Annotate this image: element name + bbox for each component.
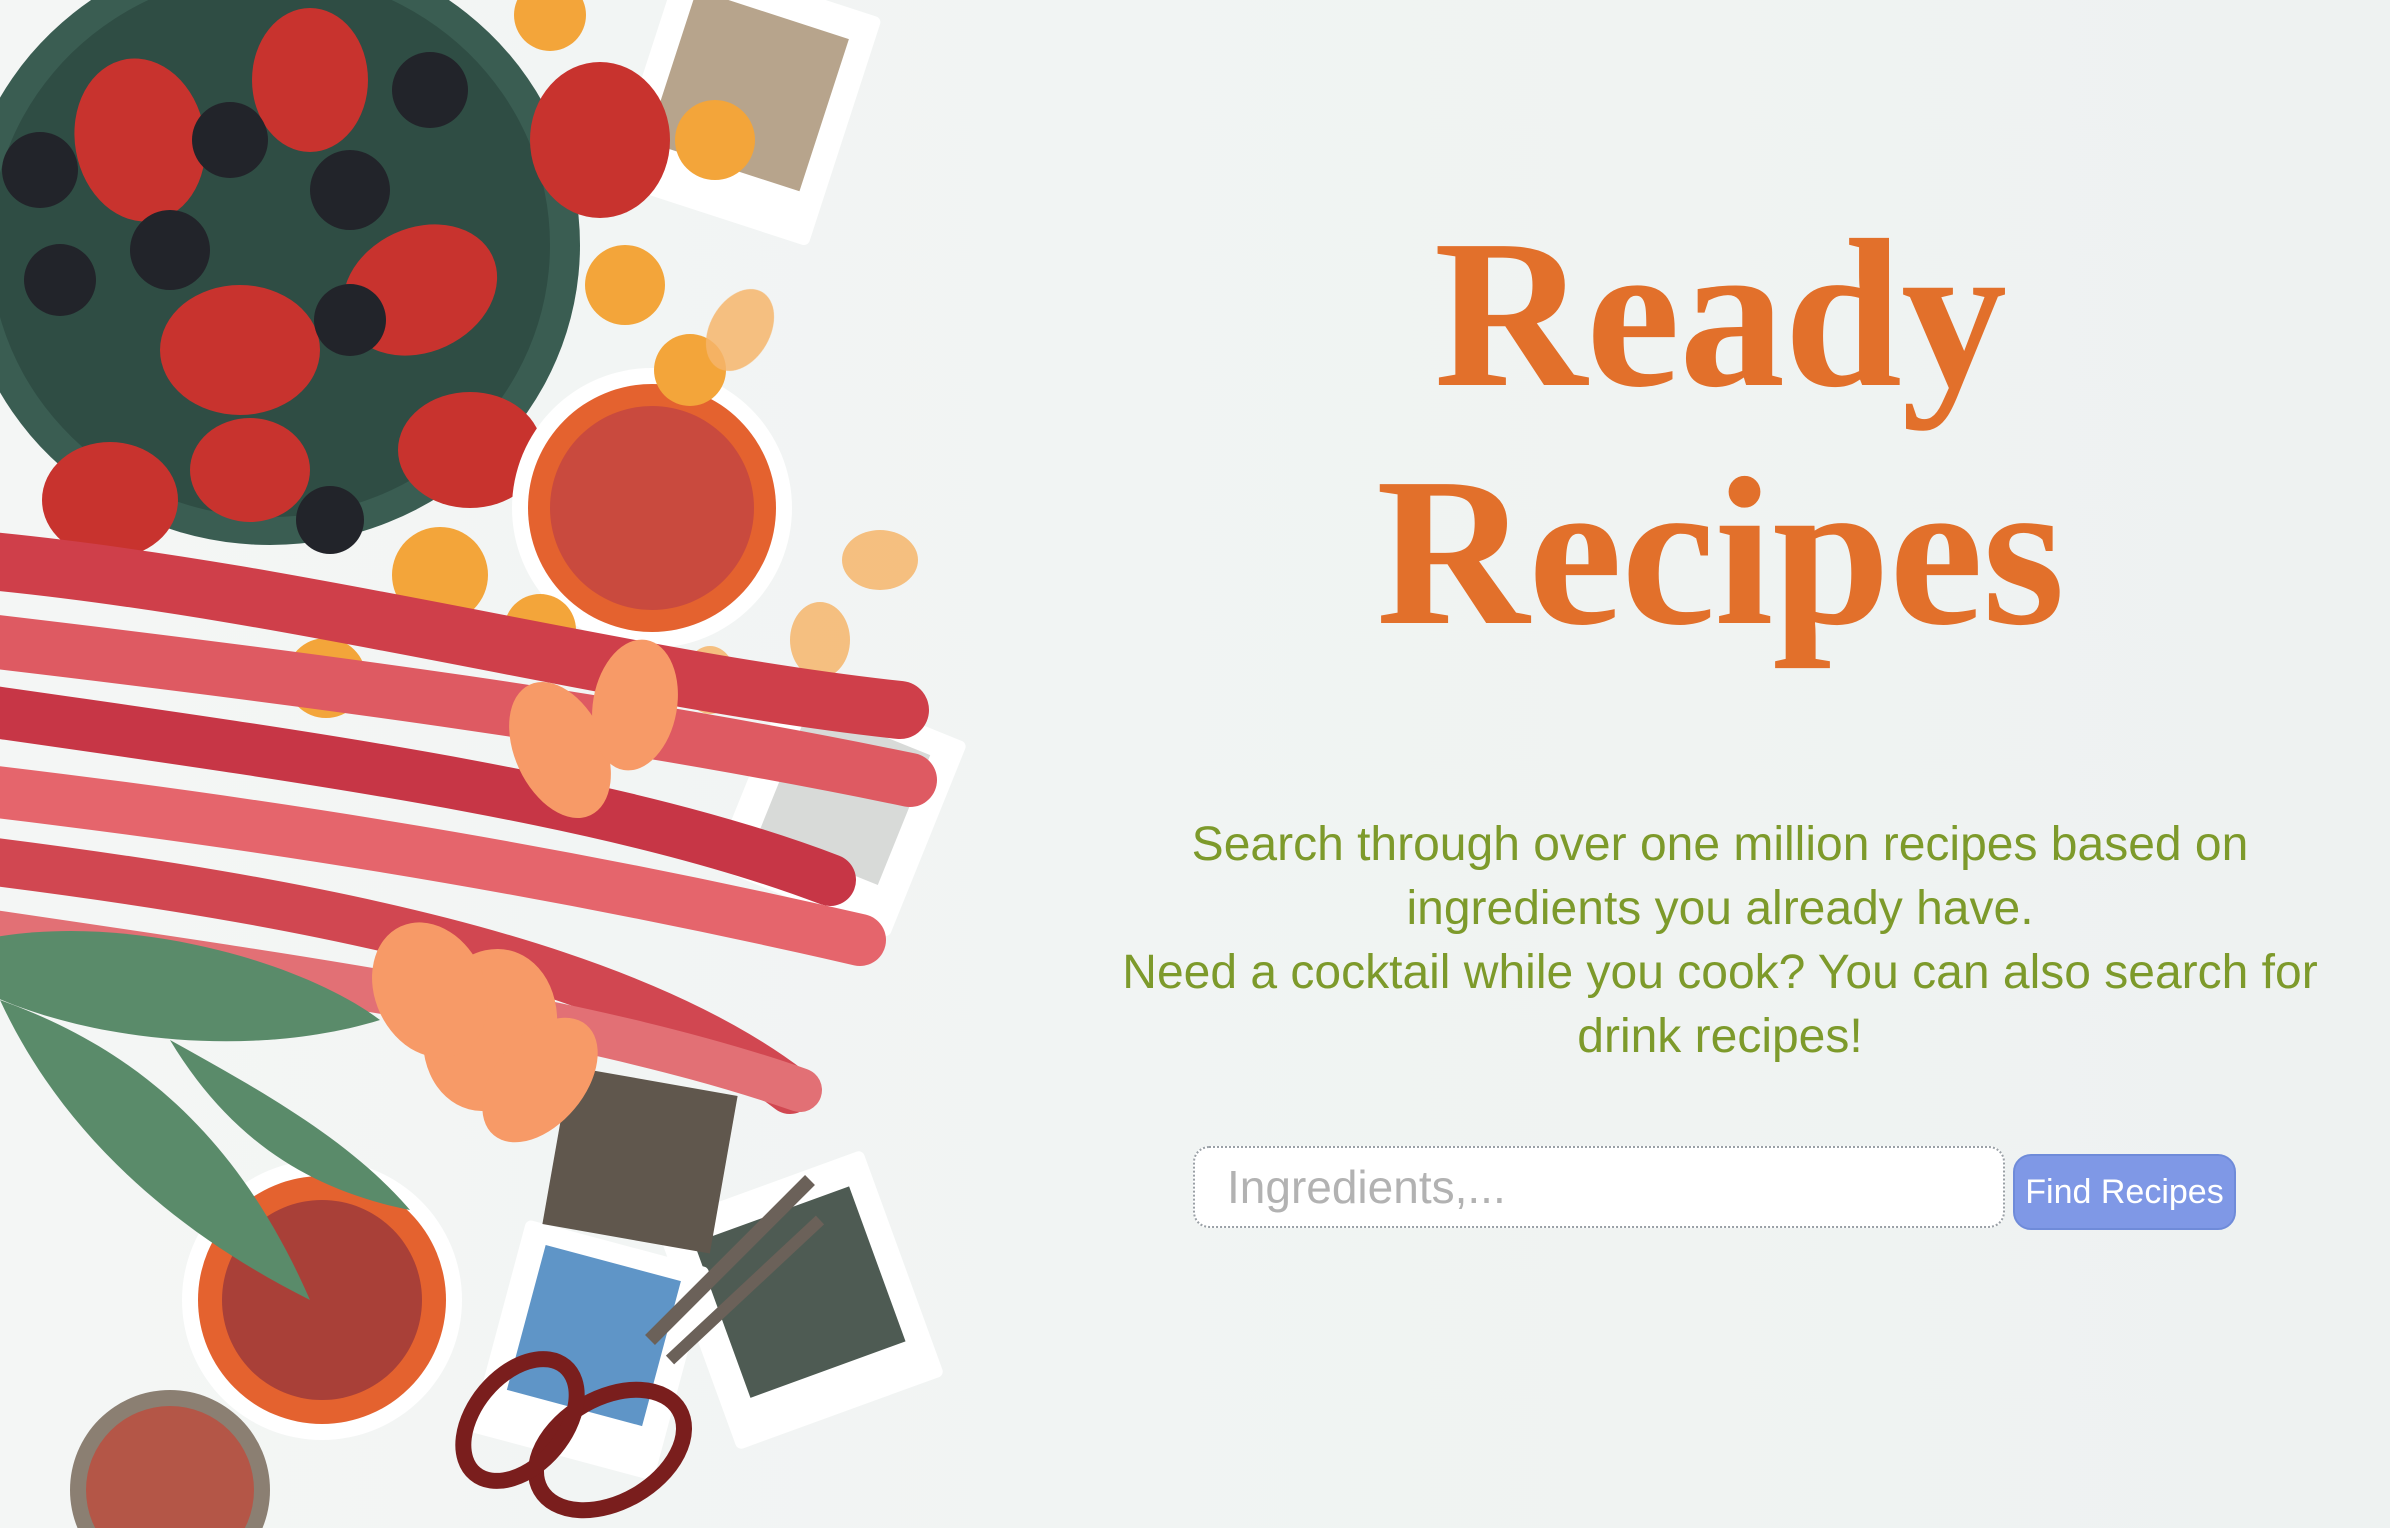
hero-content: Ready Recipes Search through over one mi… (1075, 195, 2365, 1069)
tagline-line-2: Need a cocktail while you cook? You can … (1122, 946, 2318, 1063)
find-recipes-button[interactable]: Find Recipes (2013, 1154, 2236, 1230)
tagline-line-1: Search through over one million recipes … (1191, 818, 2249, 935)
title-line-recipes: Recipes (1376, 434, 2065, 669)
landing-page: Ready Recipes Search through over one mi… (0, 0, 2390, 1528)
title-line-ready: Ready (1433, 196, 2007, 431)
tagline: Search through over one million recipes … (1075, 813, 2365, 1069)
ingredients-input[interactable] (1193, 1146, 2005, 1228)
page-title: Ready Recipes (1075, 195, 2365, 671)
food-photo-background (0, 0, 966, 1528)
search-bar: Find Recipes (1193, 1146, 2236, 1232)
